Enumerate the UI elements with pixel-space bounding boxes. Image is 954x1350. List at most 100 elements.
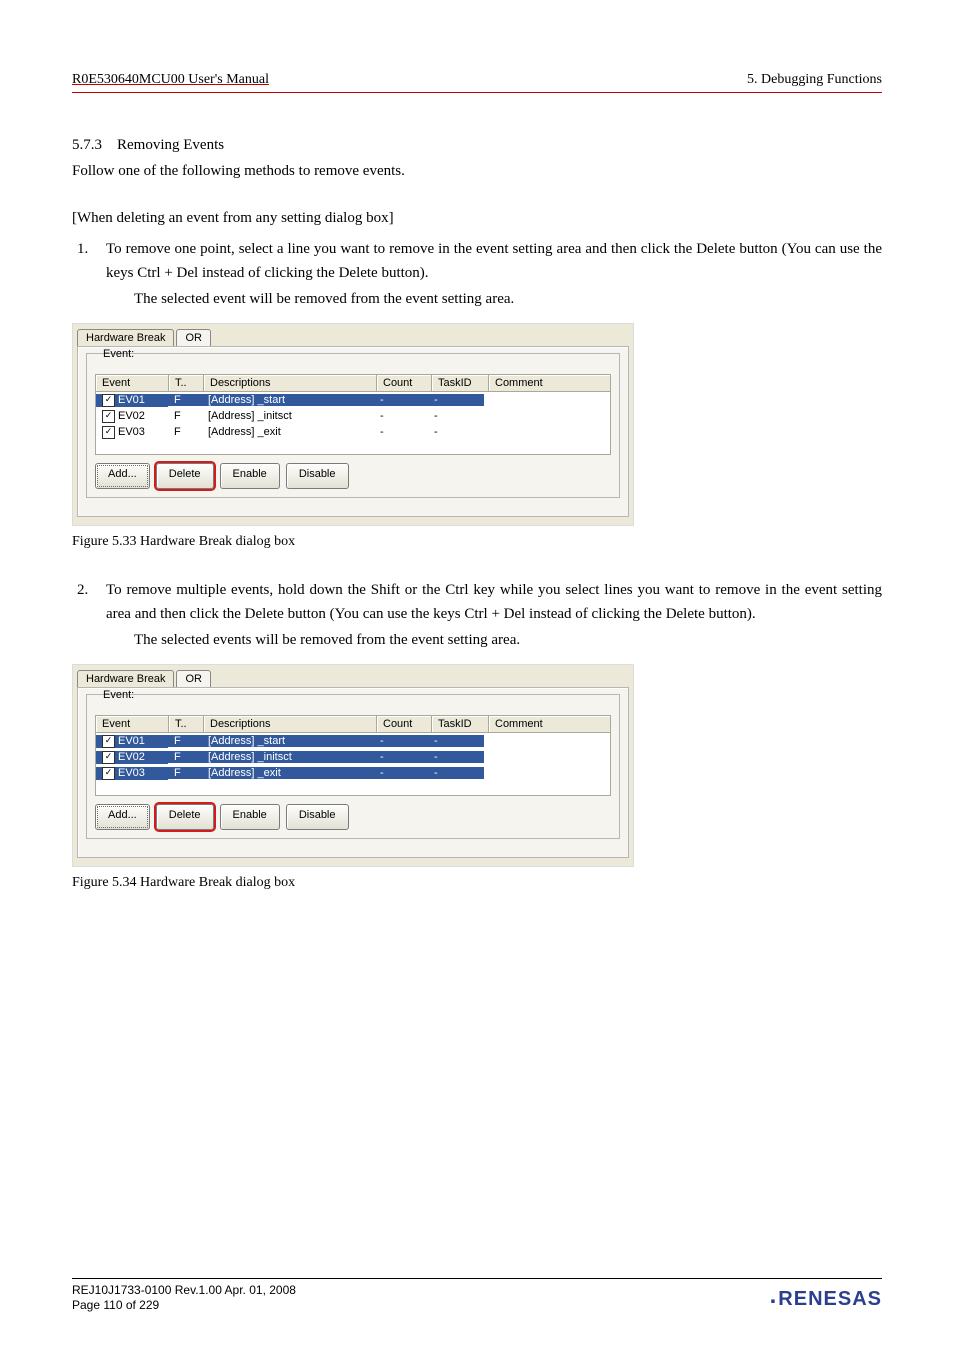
ev-task: - [428,735,484,747]
event-row-2[interactable]: EV02 F [Address] _initsct - - [96,749,610,765]
enable-button[interactable]: Enable [220,463,280,489]
tab-hardware-break[interactable]: Hardware Break [77,670,174,687]
ev-count: - [374,751,428,763]
checkbox-icon[interactable] [102,394,115,407]
event-row-3[interactable]: EV03 F [Address] _exit - - [96,765,610,781]
page-header: R0E530640MCU00 User's Manual 5. Debuggin… [72,72,882,93]
step-2-p1: The selected events will be removed from… [134,628,882,652]
tab-or[interactable]: OR [176,670,211,687]
button-row: Add... Delete Enable Disable [95,804,611,830]
header-right: 5. Debugging Functions [747,72,882,88]
delete-button[interactable]: Delete [156,804,214,830]
step-1-p1: The selected event will be removed from … [134,287,882,311]
ev-count: - [374,767,428,779]
tab-strip: Hardware Break OR [73,665,633,687]
event-fieldset: Event: Event T.. Descriptions Count Task… [86,694,620,839]
col-t[interactable]: T.. [169,716,204,733]
tab-or[interactable]: OR [176,329,211,346]
ev-label: EV01 [118,394,145,406]
ev-count: - [374,394,428,406]
event-list-body[interactable]: EV01 F [Address] _start - - EV02 F [Addr… [95,733,611,796]
section-title: Removing Events [117,137,224,153]
event-row-2[interactable]: EV02 F [Address] _initsct - - [96,408,610,424]
disable-button[interactable]: Disable [286,804,349,830]
ev-type: F [168,767,202,779]
event-row-1[interactable]: EV01 F [Address] _start - - [96,733,610,749]
checkbox-icon[interactable] [102,751,115,764]
ev-type: F [168,735,202,747]
col-desc[interactable]: Descriptions [204,375,377,392]
hardware-break-dialog-1: Hardware Break OR Event: Event T.. Descr… [72,323,634,526]
col-count[interactable]: Count [377,716,432,733]
step-1-text: To remove one point, select a line you w… [106,241,882,281]
header-left: R0E530640MCU00 User's Manual [72,72,269,88]
col-comment[interactable]: Comment [489,375,611,392]
ev-count: - [374,735,428,747]
col-event[interactable]: Event [96,716,169,733]
ev-label: EV02 [118,751,145,763]
ev-label: EV03 [118,767,145,779]
dialog-panel: Event: Event T.. Descriptions Count Task… [77,687,629,858]
add-button[interactable]: Add... [95,463,150,489]
col-task[interactable]: TaskID [432,375,489,392]
ev-desc: [Address] _start [202,735,374,747]
event-row-1[interactable]: EV01 F [Address] _start - - [96,392,610,408]
ev-task: - [428,767,484,779]
ev-type: F [168,410,202,422]
checkbox-icon[interactable] [102,735,115,748]
ev-type: F [168,426,202,438]
event-row-3[interactable]: EV03 F [Address] _exit - - [96,424,610,440]
section-intro: Follow one of the following methods to r… [72,160,882,183]
ev-desc: [Address] _initsct [202,410,374,422]
step-2: To remove multiple events, hold down the… [92,578,882,652]
col-count[interactable]: Count [377,375,432,392]
section-note: [When deleting an event from any setting… [72,207,882,230]
disable-button[interactable]: Disable [286,463,349,489]
col-comment[interactable]: Comment [489,716,611,733]
step-2-text: To remove multiple events, hold down the… [106,582,882,622]
steps-list-2: To remove multiple events, hold down the… [72,578,882,652]
tab-strip: Hardware Break OR [73,324,633,346]
renesas-logo: RENESAS [771,1284,882,1312]
ev-desc: [Address] _exit [202,426,374,438]
col-desc[interactable]: Descriptions [204,716,377,733]
ev-label: EV01 [118,735,145,747]
section-heading: 5.7.3 Removing Events [72,137,882,154]
col-event[interactable]: Event [96,375,169,392]
event-fieldset: Event: Event T.. Descriptions Count Task… [86,353,620,498]
ev-task: - [428,394,484,406]
checkbox-icon[interactable] [102,767,115,780]
footer-line1: REJ10J1733-0100 Rev.1.00 Apr. 01, 2008 [72,1283,296,1299]
page: R0E530640MCU00 User's Manual 5. Debuggin… [0,0,954,1350]
section-number: 5.7.3 [72,137,102,153]
event-list-header: Event T.. Descriptions Count TaskID Comm… [95,715,611,733]
col-t[interactable]: T.. [169,375,204,392]
checkbox-icon[interactable] [102,410,115,423]
enable-button[interactable]: Enable [220,804,280,830]
ev-task: - [428,751,484,763]
ev-count: - [374,426,428,438]
ev-count: - [374,410,428,422]
figure-533-caption: Figure 5.33 Hardware Break dialog box [72,534,882,550]
ev-desc: [Address] _start [202,394,374,406]
col-task[interactable]: TaskID [432,716,489,733]
ev-type: F [168,394,202,406]
ev-desc: [Address] _initsct [202,751,374,763]
add-button[interactable]: Add... [95,804,150,830]
page-footer: REJ10J1733-0100 Rev.1.00 Apr. 01, 2008 P… [72,1278,882,1314]
ev-task: - [428,426,484,438]
button-row: Add... Delete Enable Disable [95,463,611,489]
ev-type: F [168,751,202,763]
figure-534-caption: Figure 5.34 Hardware Break dialog box [72,875,882,891]
ev-task: - [428,410,484,422]
checkbox-icon[interactable] [102,426,115,439]
tab-hardware-break[interactable]: Hardware Break [77,329,174,346]
event-list-body[interactable]: EV01 F [Address] _start - - EV02 F [Addr… [95,392,611,455]
footer-left: REJ10J1733-0100 Rev.1.00 Apr. 01, 2008 P… [72,1283,296,1314]
delete-button[interactable]: Delete [156,463,214,489]
step-1: To remove one point, select a line you w… [92,237,882,311]
ev-desc: [Address] _exit [202,767,374,779]
dialog-panel: Event: Event T.. Descriptions Count Task… [77,346,629,517]
ev-label: EV02 [118,410,145,422]
hardware-break-dialog-2: Hardware Break OR Event: Event T.. Descr… [72,664,634,867]
